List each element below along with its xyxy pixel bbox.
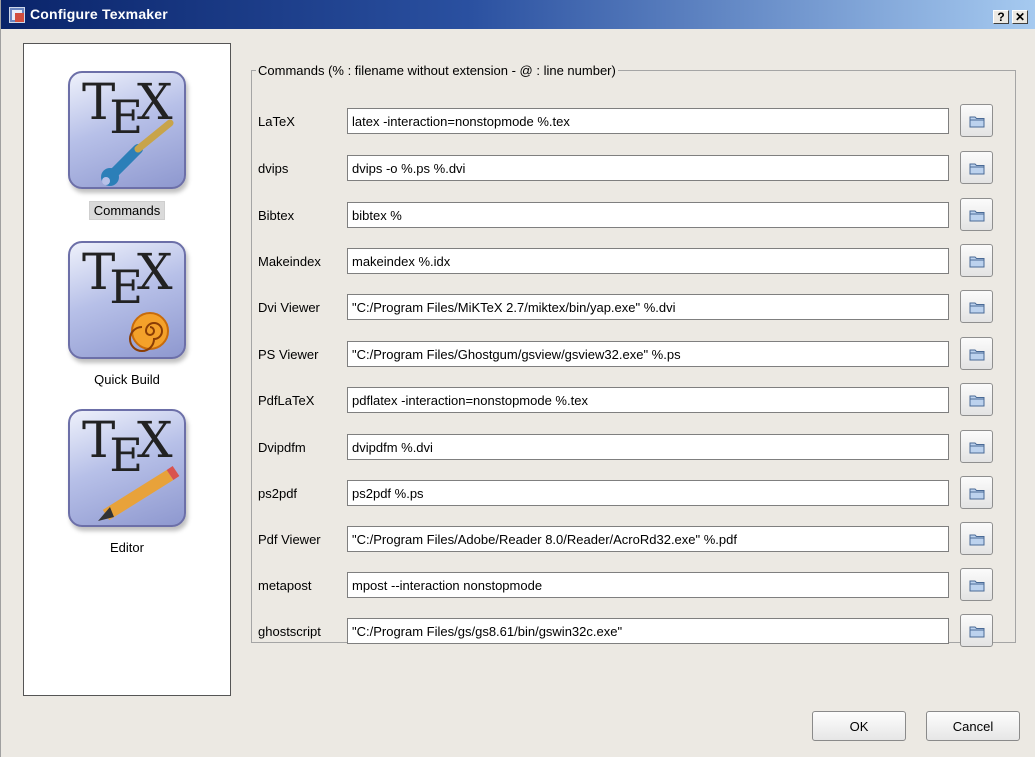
folder-icon bbox=[969, 116, 985, 128]
command-row-dvips: dvips bbox=[252, 151, 1017, 184]
configure-dialog: Configure Texmaker ? ✕ TEX Commands TEX bbox=[0, 0, 1035, 757]
bibtex-command-input[interactable] bbox=[347, 202, 949, 228]
ok-button[interactable]: OK bbox=[812, 711, 906, 741]
command-label: ghostscript bbox=[258, 624, 321, 639]
dvips-browse-button[interactable] bbox=[960, 151, 993, 184]
dvipdfm-browse-button[interactable] bbox=[960, 430, 993, 463]
command-row-ps2pdf: ps2pdf bbox=[252, 476, 1017, 509]
pdf-viewer-browse-button[interactable] bbox=[960, 522, 993, 555]
command-row-dvi-viewer: Dvi Viewer bbox=[252, 290, 1017, 323]
cancel-button[interactable]: Cancel bbox=[926, 711, 1020, 741]
command-row-ghostscript: ghostscript bbox=[252, 614, 1017, 647]
command-row-bibtex: Bibtex bbox=[252, 198, 1017, 231]
command-row-dvipdfm: Dvipdfm bbox=[252, 430, 1017, 463]
command-label: metapost bbox=[258, 578, 312, 593]
ghostscript-command-input[interactable] bbox=[347, 618, 949, 644]
folder-icon bbox=[969, 256, 985, 268]
command-row-makeindex: Makeindex bbox=[252, 244, 1017, 277]
makeindex-command-input[interactable] bbox=[347, 248, 949, 274]
folder-icon bbox=[969, 488, 985, 500]
command-row-metapost: metapost bbox=[252, 568, 1017, 601]
command-label: PdfLaTeX bbox=[258, 393, 315, 408]
tex-spiral-icon: TEX bbox=[68, 241, 186, 359]
command-row-pdf-viewer: Pdf Viewer bbox=[252, 522, 1017, 555]
commands-group: Commands (% : filename without extension… bbox=[251, 63, 1017, 647]
metapost-browse-button[interactable] bbox=[960, 568, 993, 601]
ps-viewer-command-input[interactable] bbox=[347, 341, 949, 367]
command-label: LaTeX bbox=[258, 114, 295, 129]
command-label: dvips bbox=[258, 161, 289, 176]
ghostscript-browse-button[interactable] bbox=[960, 614, 993, 647]
tex-pencil-icon: TEX bbox=[68, 409, 186, 527]
command-label: Bibtex bbox=[258, 208, 295, 223]
command-row-latex: LaTeX bbox=[252, 104, 1017, 137]
ps-viewer-browse-button[interactable] bbox=[960, 337, 993, 370]
latex-browse-button[interactable] bbox=[960, 104, 993, 137]
folder-icon bbox=[969, 534, 985, 546]
command-label: Makeindex bbox=[258, 254, 321, 269]
command-label: Dvi Viewer bbox=[258, 300, 320, 315]
folder-icon bbox=[969, 163, 985, 175]
folder-icon bbox=[969, 626, 985, 638]
bibtex-browse-button[interactable] bbox=[960, 198, 993, 231]
pdflatex-command-input[interactable] bbox=[347, 387, 949, 413]
category-quick-build[interactable]: TEX Quick Build bbox=[24, 241, 230, 388]
command-label: ps2pdf bbox=[258, 486, 298, 501]
folder-icon bbox=[969, 210, 985, 222]
dvi-viewer-browse-button[interactable] bbox=[960, 290, 993, 323]
close-button[interactable]: ✕ bbox=[1012, 10, 1028, 24]
metapost-command-input[interactable] bbox=[347, 572, 949, 598]
folder-icon bbox=[969, 442, 985, 454]
app-icon bbox=[9, 7, 25, 23]
help-button[interactable]: ? bbox=[993, 10, 1009, 24]
category-commands[interactable]: TEX Commands bbox=[24, 71, 230, 220]
window-title: Configure Texmaker bbox=[30, 6, 168, 22]
command-row-pdflatex: PdfLaTeX bbox=[252, 383, 1017, 416]
commands-group-title: Commands (% : filename without extension… bbox=[258, 63, 616, 78]
folder-icon bbox=[969, 395, 985, 407]
latex-command-input[interactable] bbox=[347, 108, 949, 134]
command-row-ps-viewer: PS Viewer bbox=[252, 337, 1017, 370]
makeindex-browse-button[interactable] bbox=[960, 244, 993, 277]
command-label: PS Viewer bbox=[258, 347, 319, 362]
dvips-command-input[interactable] bbox=[347, 155, 949, 181]
category-label: Quick Build bbox=[94, 372, 160, 387]
folder-icon bbox=[969, 302, 985, 314]
category-label: Commands bbox=[88, 201, 166, 220]
pdf-viewer-command-input[interactable] bbox=[347, 526, 949, 552]
command-label: Pdf Viewer bbox=[258, 532, 321, 547]
category-label: Editor bbox=[110, 540, 144, 555]
ps2pdf-browse-button[interactable] bbox=[960, 476, 993, 509]
folder-icon bbox=[969, 580, 985, 592]
pdflatex-browse-button[interactable] bbox=[960, 383, 993, 416]
title-bar[interactable]: Configure Texmaker ? ✕ bbox=[1, 0, 1035, 29]
tex-wrench-icon: TEX bbox=[68, 71, 186, 189]
category-list: TEX Commands TEX Quick Build TEX Editor bbox=[23, 43, 231, 696]
dvi-viewer-command-input[interactable] bbox=[347, 294, 949, 320]
dvipdfm-command-input[interactable] bbox=[347, 434, 949, 460]
command-label: Dvipdfm bbox=[258, 440, 306, 455]
ps2pdf-command-input[interactable] bbox=[347, 480, 949, 506]
category-editor[interactable]: TEX Editor bbox=[24, 409, 230, 556]
folder-icon bbox=[969, 349, 985, 361]
